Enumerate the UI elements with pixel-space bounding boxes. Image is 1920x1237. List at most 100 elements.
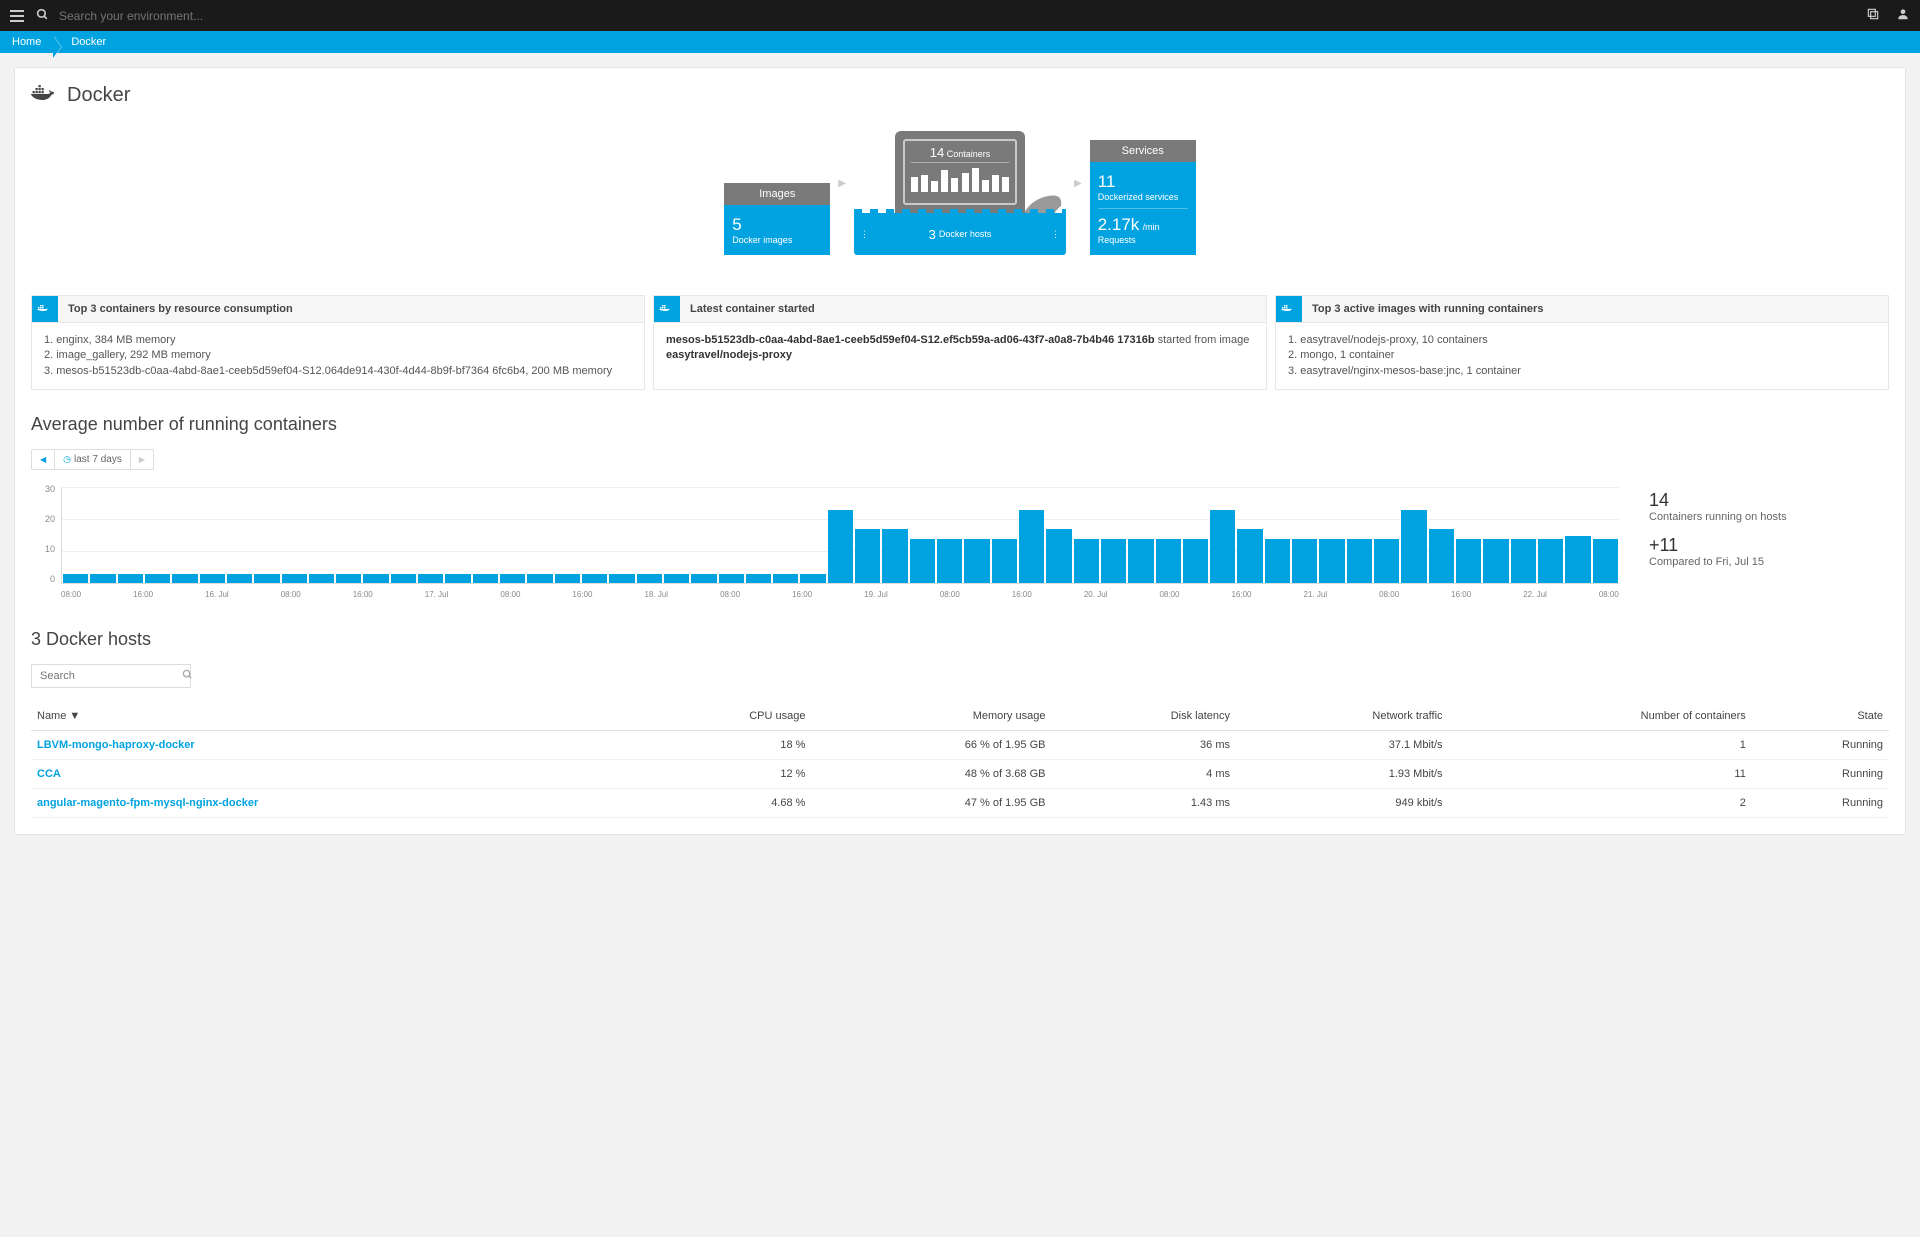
- chart-bar[interactable]: [172, 574, 197, 584]
- chart-bar[interactable]: [964, 539, 989, 583]
- host-link[interactable]: LBVM-mongo-haproxy-docker: [37, 739, 195, 751]
- user-icon[interactable]: [1896, 7, 1910, 24]
- chart-bar[interactable]: [391, 574, 416, 584]
- arrow-icon: ▶: [838, 178, 846, 189]
- chart-bar[interactable]: [445, 574, 470, 584]
- chart-bar[interactable]: [1237, 529, 1262, 583]
- containers-count: 14: [930, 145, 944, 160]
- chart-bar[interactable]: [1538, 539, 1563, 583]
- chart-bar[interactable]: [1456, 539, 1481, 583]
- breadcrumb-home[interactable]: Home: [0, 36, 53, 48]
- chart-bar[interactable]: [418, 574, 443, 584]
- chart-bar[interactable]: [1046, 529, 1071, 583]
- chart-bar[interactable]: [200, 574, 225, 584]
- time-next-button[interactable]: ▶: [131, 450, 153, 469]
- chart-bar[interactable]: [1319, 539, 1344, 583]
- chart-bar[interactable]: [1019, 510, 1044, 583]
- chart-bar[interactable]: [1374, 539, 1399, 583]
- search-icon[interactable]: [36, 8, 49, 24]
- chart-bar[interactable]: [1128, 539, 1153, 583]
- hosts-table: Name ▼CPU usageMemory usageDisk latencyN…: [31, 702, 1889, 818]
- chart-bar[interactable]: [1210, 510, 1235, 583]
- card-images[interactable]: Images 5 Docker images: [724, 183, 830, 255]
- docker-icon: [32, 296, 58, 322]
- x-tick: 21. Jul: [1304, 590, 1328, 599]
- chart-bar[interactable]: [473, 574, 498, 584]
- chart-bar[interactable]: [773, 574, 798, 584]
- column-header[interactable]: CPU usage: [635, 702, 812, 731]
- chart-bar[interactable]: [1074, 539, 1099, 583]
- cell-mem: 66 % of 1.95 GB: [811, 731, 1051, 760]
- chart-bar[interactable]: [282, 574, 307, 584]
- chart-bar[interactable]: [363, 574, 388, 584]
- chart-bar[interactable]: [227, 574, 252, 584]
- host-link[interactable]: CCA: [37, 768, 61, 780]
- breadcrumb: Home Docker: [0, 31, 1920, 53]
- time-prev-button[interactable]: ◀: [32, 450, 55, 469]
- card-services[interactable]: Services 11 Dockerized services 2.17k /m…: [1090, 140, 1196, 255]
- containers-chart[interactable]: 3020100 08:0016:0016. Jul08:0016:0017. J…: [31, 484, 1619, 599]
- copy-icon[interactable]: [1866, 7, 1880, 24]
- chart-bar[interactable]: [992, 539, 1017, 583]
- cell-net: 949 kbit/s: [1236, 789, 1449, 818]
- cell-state: Running: [1752, 760, 1889, 789]
- x-tick: 16:00: [572, 590, 592, 599]
- chart-bar[interactable]: [500, 574, 525, 584]
- chart-bar[interactable]: [855, 529, 880, 583]
- search-icon[interactable]: [182, 669, 193, 683]
- column-header[interactable]: State: [1752, 702, 1889, 731]
- x-tick: 08:00: [1379, 590, 1399, 599]
- page-header: Docker: [31, 84, 1889, 107]
- chart-bar[interactable]: [1292, 539, 1317, 583]
- column-header[interactable]: Disk latency: [1051, 702, 1236, 731]
- chart-bar[interactable]: [90, 574, 115, 584]
- chart-bar[interactable]: [1593, 539, 1618, 583]
- breadcrumb-current[interactable]: Docker: [53, 36, 118, 48]
- chart-bar[interactable]: [336, 574, 361, 584]
- list-item: 1. easytravel/nodejs-proxy, 10 container…: [1288, 333, 1876, 348]
- chart-bar[interactable]: [882, 529, 907, 583]
- chart-bar[interactable]: [1429, 529, 1454, 583]
- column-header[interactable]: Number of containers: [1449, 702, 1752, 731]
- chart-bar[interactable]: [937, 539, 962, 583]
- chart-bar[interactable]: [1483, 539, 1508, 583]
- panel-title: Top 3 active images with running contain…: [1302, 303, 1553, 315]
- chart-bar[interactable]: [664, 574, 689, 584]
- chart-bar[interactable]: [609, 574, 634, 584]
- column-header[interactable]: Memory usage: [811, 702, 1051, 731]
- chart-bar[interactable]: [1183, 539, 1208, 583]
- chart-bar[interactable]: [1565, 536, 1590, 584]
- chart-bar[interactable]: [254, 574, 279, 584]
- chart-bar[interactable]: [1401, 510, 1426, 583]
- chart-bar[interactable]: [63, 574, 88, 584]
- host-link[interactable]: angular-magento-fpm-mysql-nginx-docker: [37, 797, 258, 809]
- cell-count: 2: [1449, 789, 1752, 818]
- chart-bar[interactable]: [555, 574, 580, 584]
- chart-bar[interactable]: [1511, 539, 1536, 583]
- list-item: 2. mongo, 1 container: [1288, 348, 1876, 363]
- chart-bar[interactable]: [582, 574, 607, 584]
- chart-bar[interactable]: [637, 574, 662, 584]
- column-header[interactable]: Name ▼: [31, 702, 635, 731]
- chart-bar[interactable]: [527, 574, 552, 584]
- chart-bar[interactable]: [118, 574, 143, 584]
- menu-icon[interactable]: [10, 10, 24, 22]
- chart-bar[interactable]: [1156, 539, 1181, 583]
- chart-bar[interactable]: [145, 574, 170, 584]
- search-input[interactable]: [59, 9, 359, 23]
- chart-bar[interactable]: [691, 574, 716, 584]
- chart-bar[interactable]: [1101, 539, 1126, 583]
- chart-bar[interactable]: [1347, 539, 1372, 583]
- chart-bar[interactable]: [309, 574, 334, 584]
- chart-bar[interactable]: [828, 510, 853, 583]
- time-range-button[interactable]: ◷last 7 days: [55, 450, 131, 469]
- hosts-search-input[interactable]: [40, 670, 182, 682]
- chart-bar[interactable]: [719, 574, 744, 584]
- chart-bar[interactable]: [800, 574, 825, 584]
- list-item: 2. image_gallery, 292 MB memory: [44, 348, 632, 363]
- column-header[interactable]: Network traffic: [1236, 702, 1449, 731]
- card-containers[interactable]: 14 Containers ⋮ 3 Docker hosts ⋮: [854, 131, 1066, 255]
- chart-bar[interactable]: [746, 574, 771, 584]
- chart-bar[interactable]: [910, 539, 935, 583]
- chart-bar[interactable]: [1265, 539, 1290, 583]
